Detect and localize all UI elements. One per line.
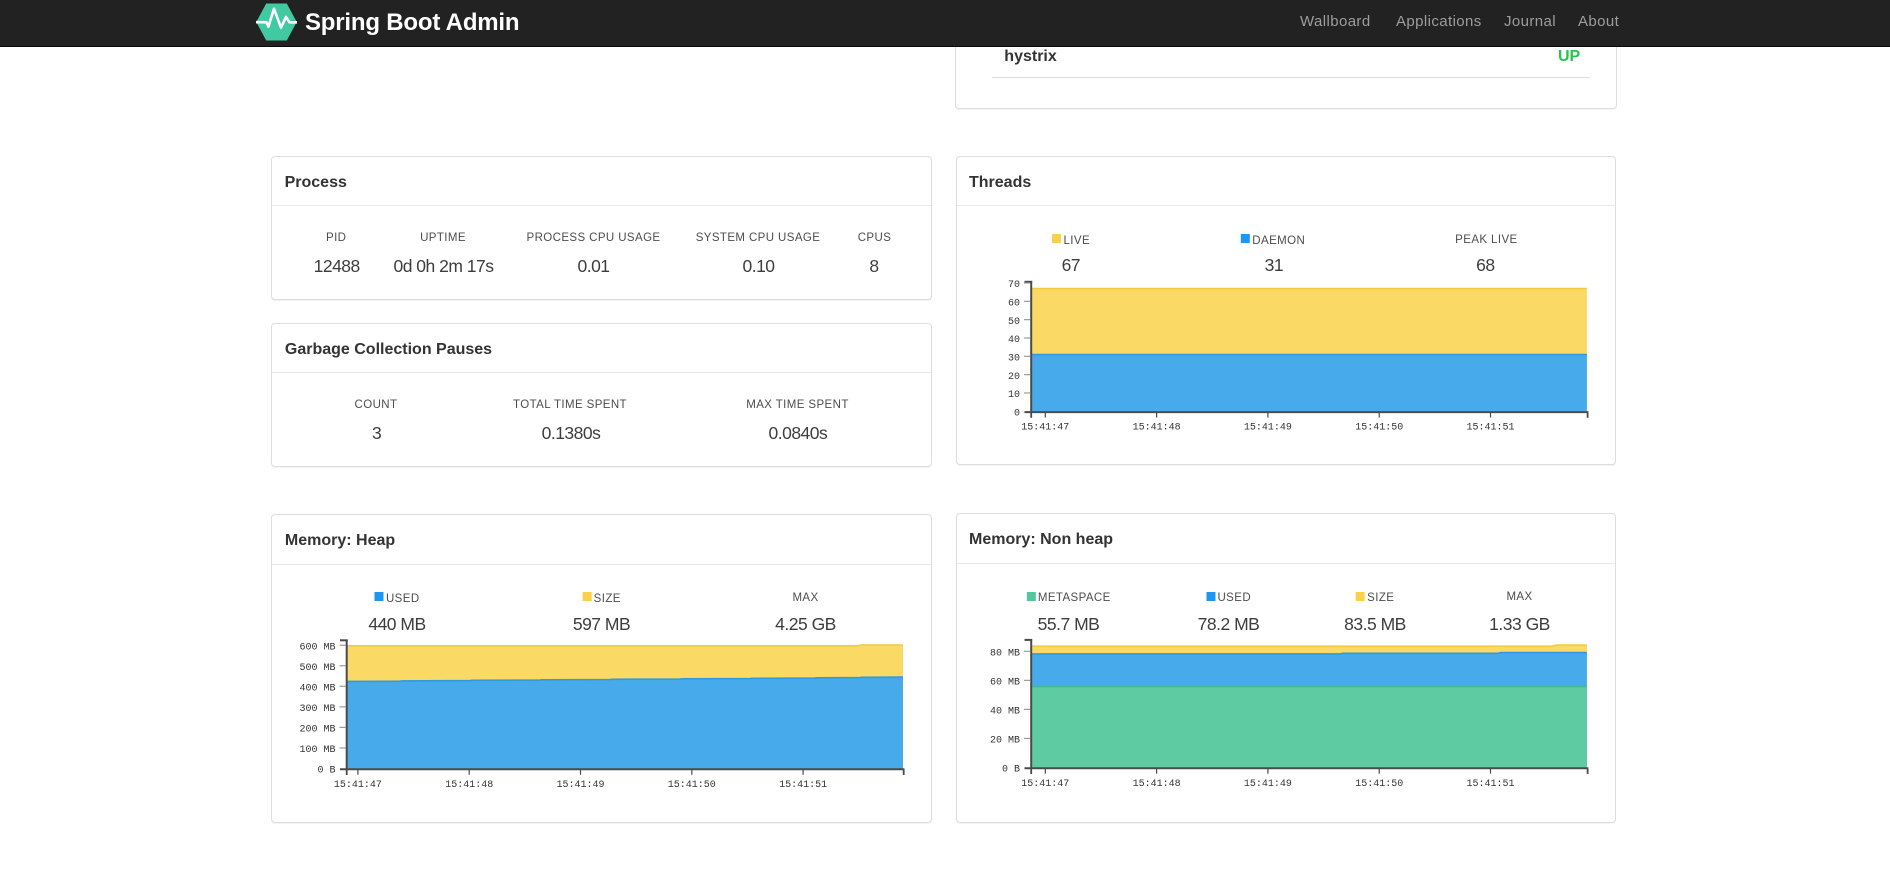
svg-text:0: 0 [1014,409,1020,420]
svg-text:40: 40 [1008,335,1020,346]
svg-text:15:41:47: 15:41:47 [1021,422,1069,433]
svg-text:300 MB: 300 MB [299,704,335,715]
svg-text:15:41:48: 15:41:48 [1133,779,1181,790]
svg-text:15:41:47: 15:41:47 [334,780,382,791]
svg-text:20 MB: 20 MB [990,736,1020,747]
svg-text:10: 10 [1008,390,1020,401]
svg-text:15:41:50: 15:41:50 [1355,422,1403,433]
svg-text:60 MB: 60 MB [990,678,1020,689]
svg-text:20: 20 [1008,372,1020,383]
svg-text:15:41:49: 15:41:49 [556,780,604,791]
svg-text:500 MB: 500 MB [299,663,335,674]
svg-text:15:41:49: 15:41:49 [1244,779,1292,790]
svg-text:15:41:50: 15:41:50 [668,780,716,791]
svg-text:50: 50 [1008,317,1020,328]
svg-text:60: 60 [1008,299,1020,310]
svg-text:15:41:50: 15:41:50 [1355,779,1403,790]
svg-text:200 MB: 200 MB [299,725,335,736]
svg-text:15:41:51: 15:41:51 [1466,422,1514,433]
svg-text:100 MB: 100 MB [299,745,335,756]
svg-text:70: 70 [1008,280,1020,291]
svg-text:15:41:48: 15:41:48 [1133,422,1181,433]
svg-text:600 MB: 600 MB [299,642,335,653]
svg-text:15:41:49: 15:41:49 [1244,422,1292,433]
svg-text:15:41:47: 15:41:47 [1021,779,1069,790]
svg-text:30: 30 [1008,354,1020,365]
svg-text:15:41:48: 15:41:48 [445,780,493,791]
svg-text:400 MB: 400 MB [299,684,335,695]
svg-text:0 B: 0 B [1002,765,1020,776]
svg-text:15:41:51: 15:41:51 [779,780,827,791]
svg-text:0 B: 0 B [317,766,335,777]
svg-text:80 MB: 80 MB [990,649,1020,660]
svg-text:40 MB: 40 MB [990,707,1020,718]
svg-text:15:41:51: 15:41:51 [1466,779,1514,790]
